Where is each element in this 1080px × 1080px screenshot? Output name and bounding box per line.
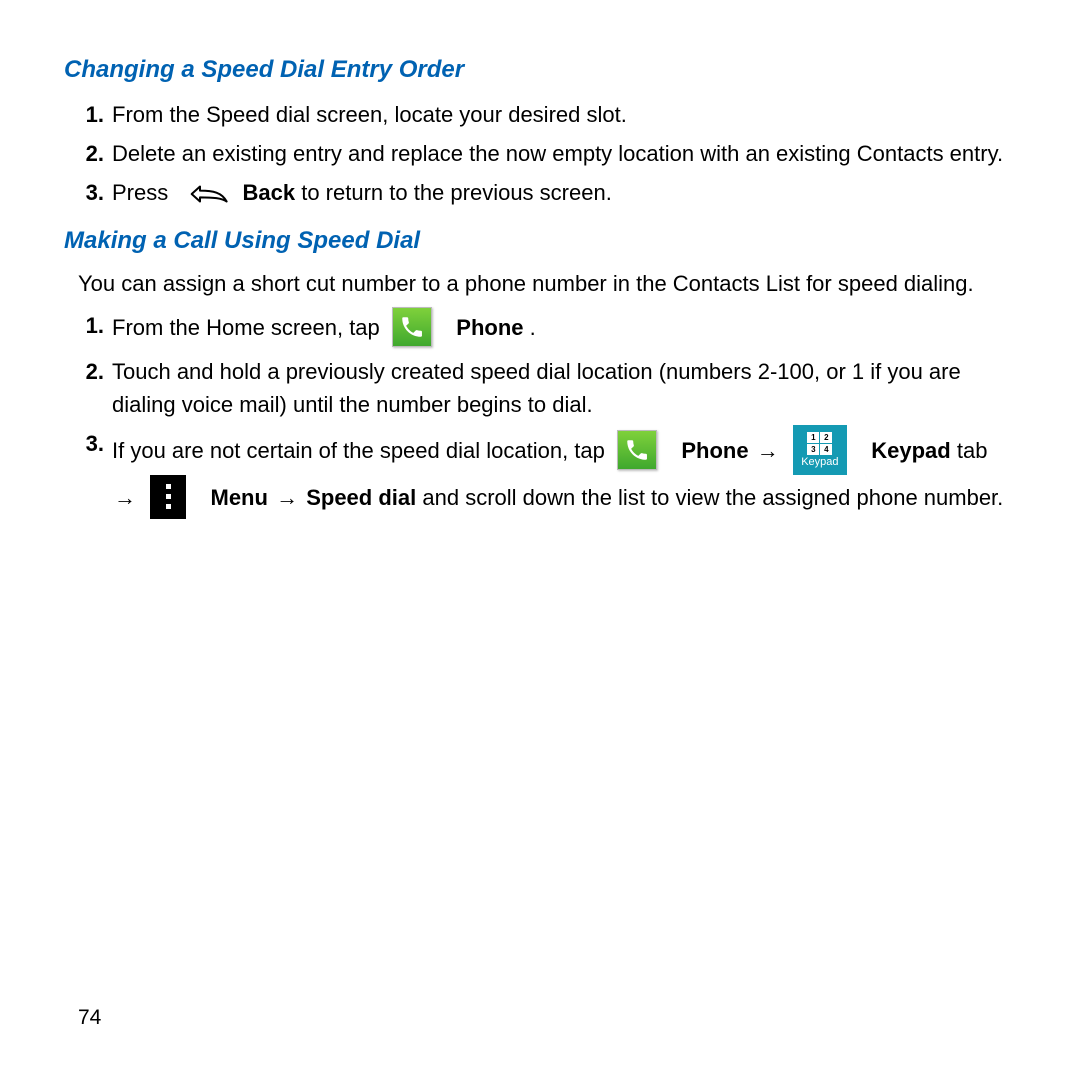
keypad-label: Keypad — [801, 457, 838, 468]
steps-list-section2: 1. From the Home screen, tap Phone . 2. … — [64, 309, 1016, 521]
section2-intro: You can assign a short cut number to a p… — [78, 269, 1016, 299]
keypad-cell: 1 — [807, 432, 819, 443]
keypad-tab-label: Keypad — [871, 438, 950, 463]
step-text-pre: Press — [112, 180, 174, 205]
step-item: 3. Press Back to return to the previous … — [64, 176, 1016, 209]
step-text: Press Back to return to the previous scr… — [112, 176, 1016, 209]
step-text: Touch and hold a previously created spee… — [112, 355, 1016, 421]
step-number: 3. — [64, 427, 112, 460]
step-number: 2. — [64, 137, 112, 170]
step-text-bold: Back — [242, 180, 295, 205]
keypad-cell: 2 — [820, 432, 832, 443]
phone-icon — [392, 307, 432, 347]
step-item: 1. From the Speed dial screen, locate yo… — [64, 98, 1016, 131]
step-text: If you are not certain of the speed dial… — [112, 427, 1016, 521]
keypad-cell: 4 — [820, 444, 832, 455]
heading-changing-speed-dial-order: Changing a Speed Dial Entry Order — [64, 56, 1016, 84]
phone-icon — [617, 430, 657, 470]
back-icon — [180, 179, 230, 209]
step-item: 2. Touch and hold a previously created s… — [64, 355, 1016, 421]
step-number: 1. — [64, 98, 112, 131]
step-number: 1. — [64, 309, 112, 342]
step-text-pre: If you are not certain of the speed dial… — [112, 438, 611, 463]
arrow-icon: → — [274, 485, 306, 510]
keypad-cell: 3 — [807, 444, 819, 455]
speed-dial-label: Speed dial — [306, 485, 416, 510]
step-text: From the Home screen, tap Phone . — [112, 309, 1016, 349]
arrow-icon: → — [112, 485, 144, 510]
step-text: From the Speed dial screen, locate your … — [112, 98, 1016, 131]
manual-page: Changing a Speed Dial Entry Order 1. Fro… — [0, 0, 1080, 1080]
arrow-icon: → — [755, 438, 787, 463]
step-text-post: . — [530, 315, 536, 340]
heading-making-call-speed-dial: Making a Call Using Speed Dial — [64, 227, 1016, 255]
phone-label: Phone — [681, 438, 748, 463]
steps-list-section1: 1. From the Speed dial screen, locate yo… — [64, 98, 1016, 209]
menu-icon — [150, 475, 186, 519]
step-text-post: to return to the previous screen. — [301, 180, 612, 205]
step-text-post: and scroll down the list to view the ass… — [422, 485, 1003, 510]
step-number: 2. — [64, 355, 112, 388]
step-item: 2. Delete an existing entry and replace … — [64, 137, 1016, 170]
step-number: 3. — [64, 176, 112, 209]
step-text-pre: From the Home screen, tap — [112, 315, 386, 340]
step-text: Delete an existing entry and replace the… — [112, 137, 1016, 170]
menu-label: Menu — [211, 485, 268, 510]
step-item: 3. If you are not certain of the speed d… — [64, 427, 1016, 521]
page-number: 74 — [78, 1006, 101, 1030]
keypad-icon: 1 2 3 4 Keypad — [793, 425, 847, 475]
tab-word: tab — [957, 438, 988, 463]
step-item: 1. From the Home screen, tap Phone . — [64, 309, 1016, 349]
step-text-bold: Phone — [456, 315, 523, 340]
